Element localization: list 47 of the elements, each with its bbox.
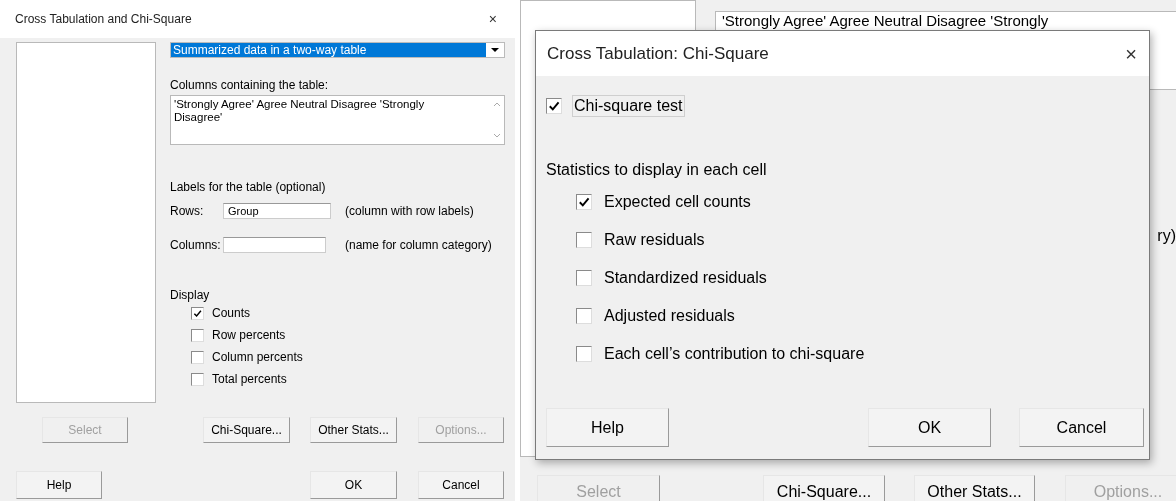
checkbox-label: Each cell’s contribution to chi-square bbox=[604, 345, 865, 363]
dialog-button[interactable]: Chi-Square... bbox=[203, 417, 290, 443]
checkbox-label: Counts bbox=[212, 306, 251, 320]
checkbox-label: Raw residuals bbox=[604, 231, 705, 249]
dialog-button[interactable]: Help bbox=[546, 408, 669, 447]
checkbox[interactable] bbox=[576, 194, 592, 210]
field-label: Rows: bbox=[170, 204, 205, 218]
dialog-button[interactable]: OK bbox=[310, 471, 397, 499]
checkbox-label: Row percents bbox=[212, 328, 286, 342]
checkbox-label: Column percents bbox=[212, 350, 303, 364]
data-format-dropdown[interactable]: Summarized data in a two-way table bbox=[170, 42, 505, 58]
field-hint: (column with row labels) bbox=[345, 204, 474, 218]
checkbox-label: Expected cell counts bbox=[604, 193, 751, 211]
section-heading: Display bbox=[170, 288, 211, 302]
checkbox[interactable] bbox=[546, 98, 562, 114]
dialog-button[interactable]: OK bbox=[868, 408, 991, 447]
close-button[interactable]: × bbox=[1125, 43, 1137, 64]
dialog-button[interactable]: Other Stats... bbox=[914, 475, 1035, 501]
dialog-button[interactable]: Other Stats... bbox=[310, 417, 397, 443]
rows-field[interactable]: Group bbox=[223, 203, 331, 219]
checkbox[interactable] bbox=[576, 346, 592, 362]
checkbox[interactable] bbox=[576, 308, 592, 324]
field-hint: (name for column category) bbox=[345, 238, 492, 252]
close-button[interactable]: × bbox=[488, 12, 497, 26]
section-heading: Statistics to display in each cell bbox=[546, 160, 768, 180]
field-label: Columns containing the table: bbox=[170, 78, 330, 92]
field-hint: ry) bbox=[1157, 226, 1176, 246]
dialog-button[interactable]: Help bbox=[16, 471, 102, 499]
checkbox[interactable] bbox=[191, 306, 204, 320]
field-label: Columns: bbox=[170, 238, 222, 252]
checkbox-label: Total percents bbox=[212, 372, 287, 386]
dialog-button[interactable]: Chi-Square... bbox=[763, 475, 885, 501]
dialog-button[interactable]: Cancel bbox=[418, 471, 504, 499]
checkbox-label: Adjusted residuals bbox=[604, 307, 735, 325]
columns-field[interactable]: 'Strongly Agree' Agree Neutral Disagree 'Strongly Disagree' bbox=[170, 95, 505, 145]
checkbox-label: Chi-square test bbox=[572, 95, 685, 117]
window-title: Cross Tabulation and Chi-Square bbox=[15, 12, 192, 26]
checkbox-label: Standardized residuals bbox=[604, 269, 767, 287]
checkbox[interactable] bbox=[191, 328, 204, 342]
checkbox[interactable] bbox=[576, 232, 592, 248]
checkbox[interactable] bbox=[576, 270, 592, 286]
checkbox[interactable] bbox=[191, 372, 204, 386]
section-heading: Labels for the table (optional) bbox=[170, 180, 327, 194]
columns-category-field[interactable] bbox=[223, 237, 326, 253]
window-title: Cross Tabulation: Chi-Square bbox=[547, 43, 769, 64]
dialog-button[interactable]: Cancel bbox=[1019, 408, 1144, 447]
checkbox[interactable] bbox=[191, 350, 204, 364]
